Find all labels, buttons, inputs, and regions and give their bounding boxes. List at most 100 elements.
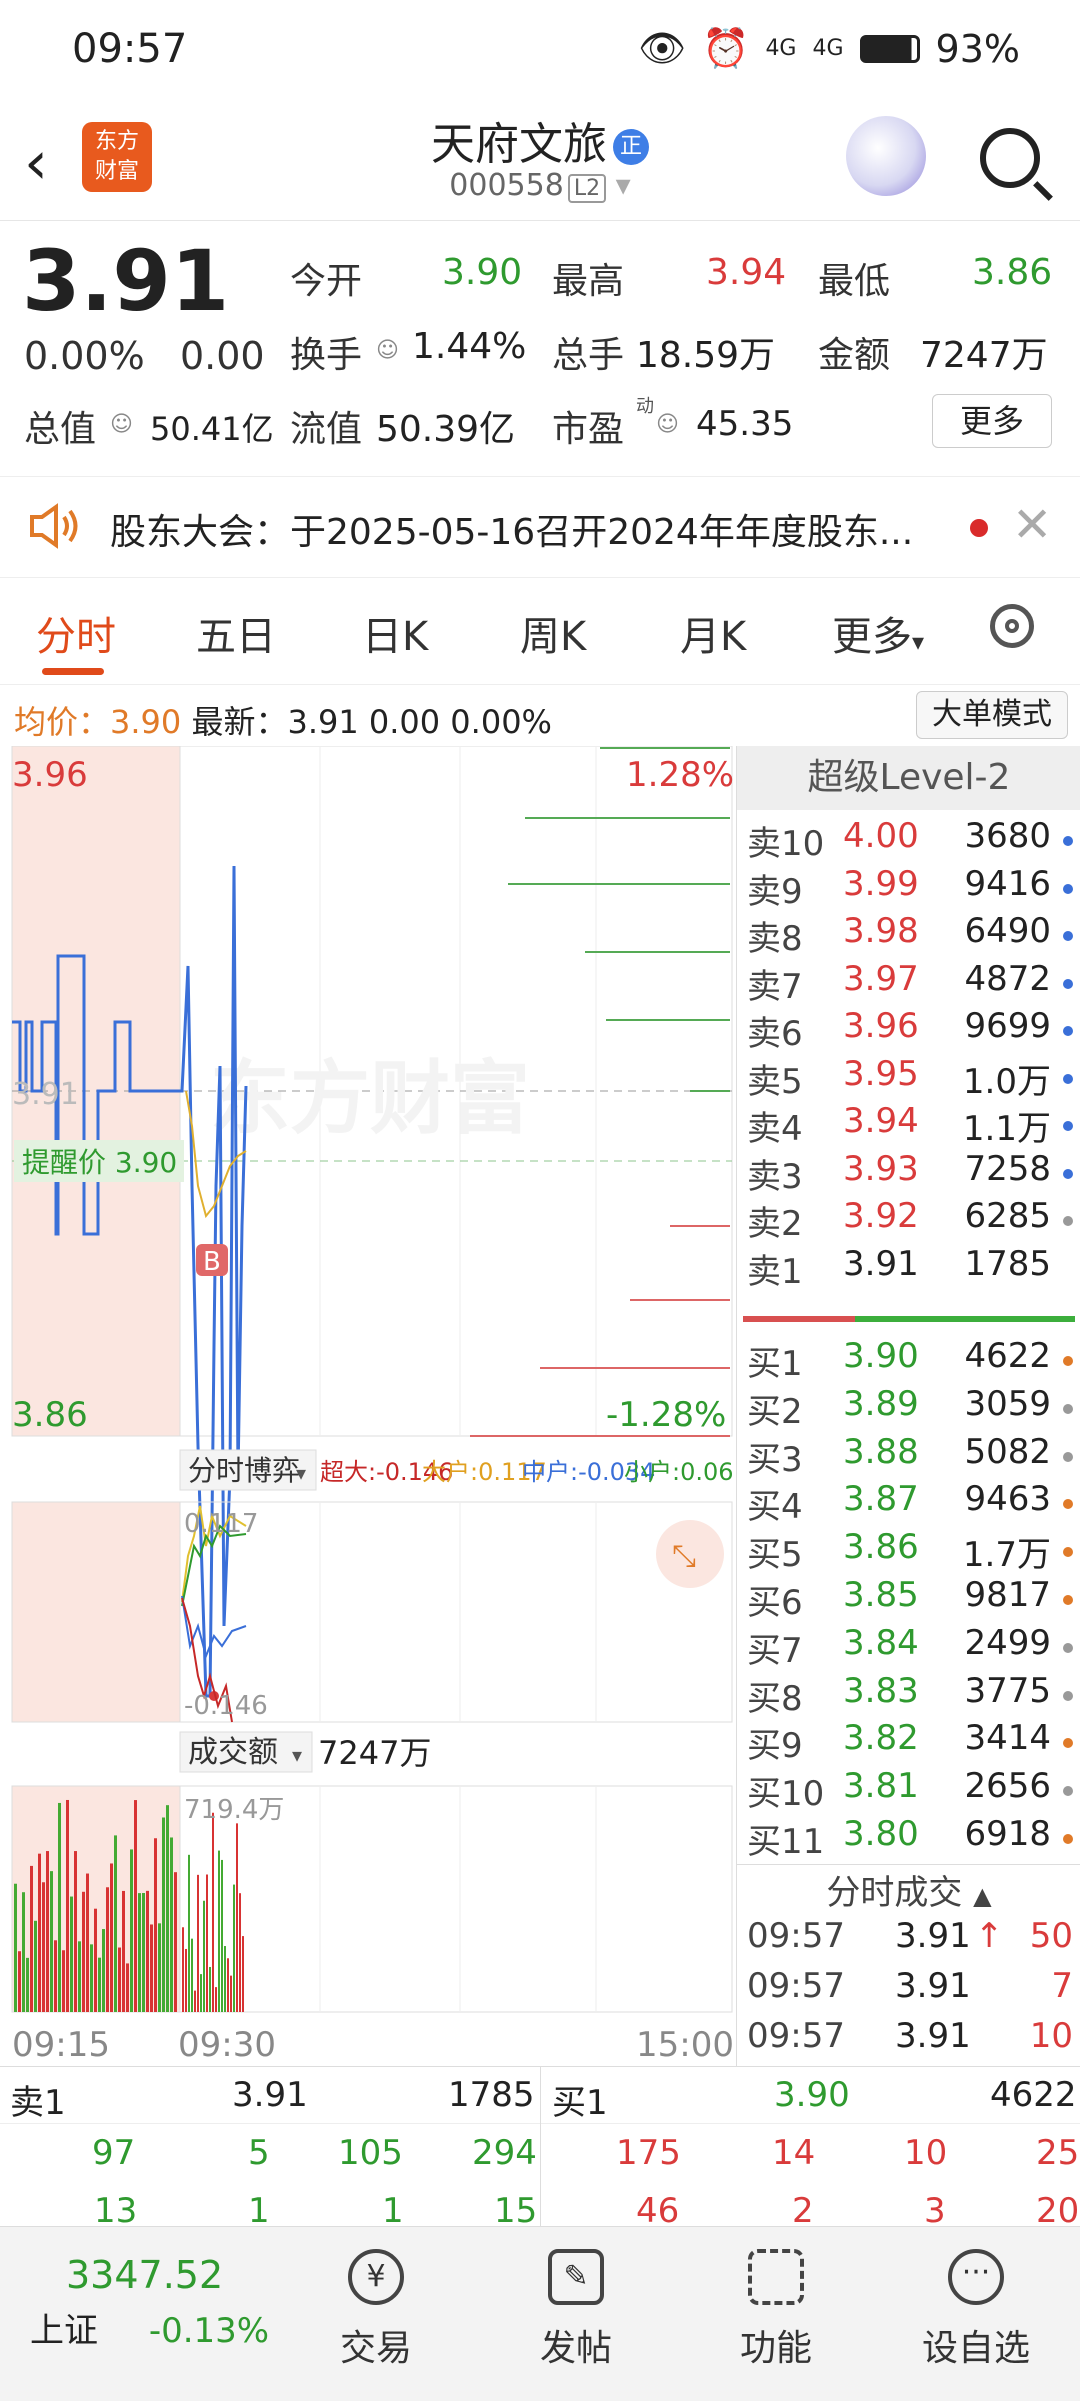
close-icon[interactable]: ✕ [1012,497,1052,553]
status-icons: 👁 ⏰ 4G 4G 93% [638,26,1020,71]
volume-bar [197,1874,199,2012]
queue-item: 20 [1036,2191,1080,2231]
big-order-mode-button[interactable]: 大单模式 [916,691,1068,739]
amount-label: 金额 [818,335,891,376]
time-end: 15:00 [636,2025,734,2065]
ask-label: 卖6 [747,1014,803,1054]
sell-ratio-bar [743,1316,855,1322]
post-button[interactable]: ✎ 发帖 [496,2249,656,2371]
volume-bar [154,1838,157,2012]
index-widget[interactable]: 3347.52 上证 -0.13% [30,2253,290,2352]
bid-row[interactable]: 买11 3.80 6918 [743,1814,1077,1862]
ask-row[interactable]: 卖9 3.99 9416 [743,864,1077,912]
tab-more[interactable]: 更多▾ [832,604,924,662]
queue-item: 175 [616,2133,681,2173]
tab-daily[interactable]: 日K [362,604,428,662]
info-icon[interactable]: ☺ [376,338,399,363]
notice-bar[interactable]: 股东大会：于2025-05-16召开2024年年度股东... ✕ [0,476,1080,578]
trade-time: 09:57 [747,2016,845,2056]
bid-row[interactable]: 买1 3.90 4622 [743,1336,1077,1384]
ask-list: 卖10 4.00 3680 卖9 3.99 9416 卖8 3.98 6490 卖7 3.97 487… [737,806,1080,1292]
bid-row[interactable]: 买5 3.86 1.7万 [743,1527,1077,1575]
y-bottom-label: 3.86 [12,1395,88,1435]
ask-row[interactable]: 卖7 3.97 4872 [743,959,1077,1007]
ask-row[interactable]: 卖4 3.94 1.1万 [743,1101,1077,1149]
trade-volume: 50 [1029,1916,1073,1956]
price-summary-line: 均价：3.90 最新：3.91 0.00 0.00% 大单模式 [0,684,1080,743]
bid-price: 3.90 [843,1336,919,1376]
add-watchlist-button[interactable]: ··· 设自选 [896,2249,1056,2371]
status-dot [1063,1026,1073,1036]
bid-price: 3.88 [843,1431,919,1472]
gear-icon[interactable] [990,604,1034,648]
tab-monthly[interactable]: 月K [680,604,746,662]
change-value: 0.00 [180,334,265,378]
price-summary: 均价：3.90 最新：3.91 0.00 0.00% [14,703,552,741]
functions-button[interactable]: 功能 [696,2249,856,2371]
bid-row[interactable]: 买9 3.82 3414 [743,1718,1077,1766]
float-label: 流值 [290,409,363,450]
pe-value: 45.35 [696,404,794,444]
ask-row[interactable]: 卖3 3.93 7258 [743,1149,1077,1197]
bid-volume: 6918 [964,1814,1051,1854]
volume-bar [182,1927,184,2012]
bid-row[interactable]: 买3 3.88 5082 [743,1432,1077,1480]
queue-item: 25 [1036,2133,1080,2173]
queue-item: 294 [472,2133,537,2173]
trade-row: 09:57 3.91 ↑ 50 [743,1916,1077,1966]
queue-item: 10 [904,2133,948,2173]
bid-label: 买5 [747,1535,803,1576]
ask-row[interactable]: 卖1 3.91 1785 [743,1244,1077,1292]
tab-intraday[interactable]: 分时 [36,604,116,662]
amount-total: 7247万 [318,1734,431,1772]
ask-row[interactable]: 卖5 3.95 1.0万 [743,1054,1077,1102]
volume-bar [50,1871,53,2012]
volume-bar [58,1802,61,2012]
bottom-toolbar: 3347.52 上证 -0.13% ¥ 交易 ✎ 发帖 功能 ··· 设自选 [0,2226,1080,2401]
volume-bar [78,1941,81,2012]
pct-top-label: 1.28% [626,755,734,795]
bid-row[interactable]: 买10 3.81 2656 [743,1766,1077,1814]
trades-title[interactable]: 分时成交 ▲ [737,1864,1080,1913]
trade-button[interactable]: ¥ 交易 [296,2249,456,2371]
edit-icon: ✎ [548,2249,604,2305]
bid-row[interactable]: 买8 3.83 3775 [743,1671,1077,1719]
bid-volume: 2656 [964,1766,1051,1807]
ask-row[interactable]: 卖8 3.98 6490 [743,911,1077,959]
volume-bar [146,1890,149,2012]
index-change: -0.13% [148,2311,270,2351]
ask-label: 卖8 [747,919,803,959]
trades-list: 09:57 3.91 ↑ 50 09:57 3.91 7 09:57 3.91 10 [737,1916,1080,2066]
ask-price: 3.92 [843,1196,919,1236]
open-value: 3.90 [442,252,523,293]
info-icon[interactable]: ☺ [110,412,133,437]
info-icon[interactable]: ☺ [656,412,679,437]
bid-volume: 5082 [964,1431,1051,1472]
volume-bar [194,1990,196,2012]
bid-row[interactable]: 买6 3.85 9817 [743,1575,1077,1623]
intraday-chart[interactable]: 东方财富 B 3.96 3.86 1.28% -1.28% 3.91 提醒价 3… [0,745,749,2066]
volume-bar [230,1975,232,2012]
more-button[interactable]: 更多 [932,394,1052,448]
bid-row[interactable]: 买7 3.84 2499 [743,1623,1077,1671]
ask-row[interactable]: 卖10 4.00 3680 [743,816,1077,864]
flow-mid-line [181,1595,247,1660]
queue-item: 14 [772,2133,816,2173]
ask-row[interactable]: 卖6 3.96 9699 [743,1006,1077,1054]
bid-row[interactable]: 买4 3.87 9463 [743,1479,1077,1527]
ask-row[interactable]: 卖2 3.92 6285 [743,1196,1077,1244]
volume-bar [126,1963,129,2012]
bid-row[interactable]: 买2 3.89 3059 [743,1384,1077,1432]
status-dot [1063,1216,1073,1226]
assistant-avatar-icon[interactable] [846,116,926,196]
flow-bottom-label: -0.146 [184,1691,268,1721]
search-icon[interactable] [980,128,1040,188]
bid-volume: 4622 [964,1336,1051,1376]
verified-badge: 正 [613,129,649,165]
tab-weekly[interactable]: 周K [520,604,586,662]
battery-icon [859,34,920,63]
tab-5day[interactable]: 五日 [196,604,276,662]
mktcap-label: 总值 [24,409,97,450]
quote-panel: 3.91 0.00% 0.00 今开 3.90 最高 3.94 最低 3.86 … [0,222,1080,472]
chart-tabs: 分时 五日 日K 周K 月K 更多▾ [0,580,1080,680]
